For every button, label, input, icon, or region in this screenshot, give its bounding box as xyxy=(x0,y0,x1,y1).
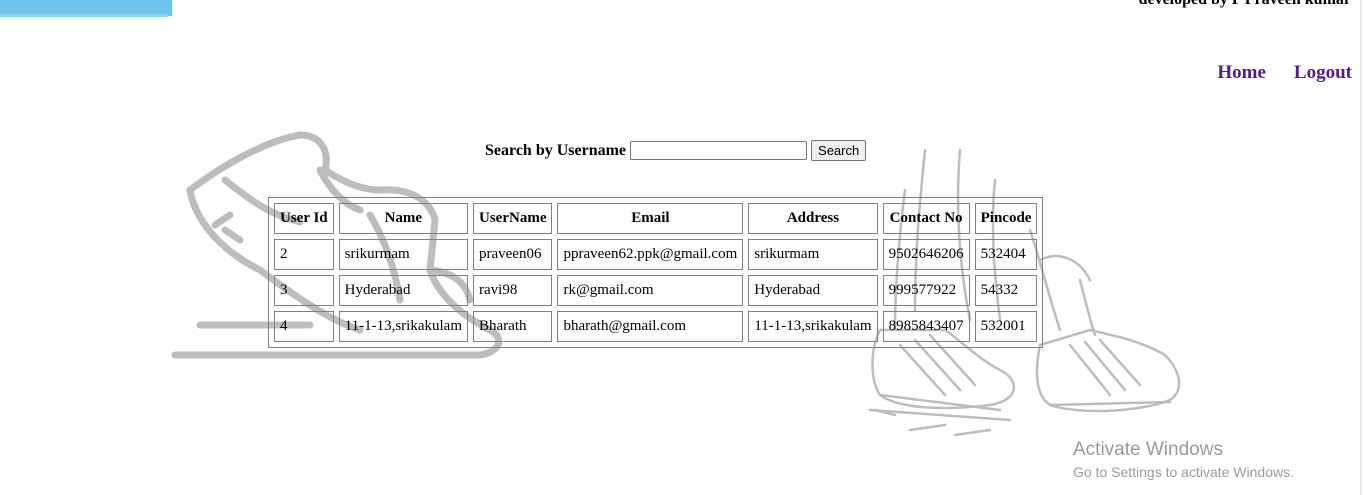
cell-username: praveen06 xyxy=(473,239,553,270)
cell-address: srikurmam xyxy=(748,239,878,270)
table-header-row: User Id Name UserName Email Address Cont… xyxy=(274,203,1038,234)
cell-name: Hyderabad xyxy=(338,275,468,306)
cell-contact-no: 8985843407 xyxy=(882,311,970,342)
logout-link[interactable]: Logout xyxy=(1294,62,1352,84)
activate-windows-subtitle: Go to Settings to activate Windows. xyxy=(1073,464,1294,480)
cell-pincode: 54332 xyxy=(974,275,1038,306)
search-username-input[interactable] xyxy=(630,141,808,160)
cell-username: Bharath xyxy=(473,311,553,342)
search-button[interactable]: Search xyxy=(811,140,867,161)
column-header-username: UserName xyxy=(473,203,553,234)
cell-name: srikurmam xyxy=(338,239,468,270)
home-link[interactable]: Home xyxy=(1217,62,1266,84)
cell-email: bharath@gmail.com xyxy=(557,311,744,342)
cell-pincode: 532404 xyxy=(974,239,1038,270)
top-nav: Home Logout xyxy=(1217,62,1352,84)
search-form: Search by Username Search xyxy=(485,140,867,161)
column-header-address: Address xyxy=(748,203,878,234)
table-row: 3 Hyderabad ravi98 rk@gmail.com Hyderaba… xyxy=(274,275,1038,306)
column-header-name: Name xyxy=(338,203,468,234)
cell-address: 11-1-13,srikakulam xyxy=(748,311,878,342)
column-header-email: Email xyxy=(557,203,744,234)
cell-contact-no: 999577922 xyxy=(882,275,970,306)
cell-user-id: 3 xyxy=(274,275,334,306)
page: developed by P Praveen kumar xyxy=(0,0,1363,495)
cell-name: 11-1-13,srikakulam xyxy=(338,311,468,342)
cell-username: ravi98 xyxy=(473,275,553,306)
cell-address: Hyderabad xyxy=(748,275,878,306)
table-row: 2 srikurmam praveen06 ppraveen62.ppk@gma… xyxy=(274,239,1038,270)
cell-pincode: 532001 xyxy=(974,311,1038,342)
cell-user-id: 2 xyxy=(274,239,334,270)
activate-windows-watermark: Activate Windows Go to Settings to activ… xyxy=(1073,439,1294,480)
column-header-user-id: User Id xyxy=(274,203,334,234)
cell-user-id: 4 xyxy=(274,311,334,342)
search-label: Search by Username xyxy=(485,141,627,159)
cell-email: rk@gmail.com xyxy=(557,275,744,306)
users-table: User Id Name UserName Email Address Cont… xyxy=(268,197,1044,348)
table-row: 4 11-1-13,srikakulam Bharath bharath@gma… xyxy=(274,311,1038,342)
column-header-pincode: Pincode xyxy=(974,203,1038,234)
cell-email: ppraveen62.ppk@gmail.com xyxy=(557,239,744,270)
column-header-contact-no: Contact No xyxy=(882,203,970,234)
cell-contact-no: 9502646206 xyxy=(882,239,970,270)
activate-windows-title: Activate Windows xyxy=(1073,439,1223,460)
